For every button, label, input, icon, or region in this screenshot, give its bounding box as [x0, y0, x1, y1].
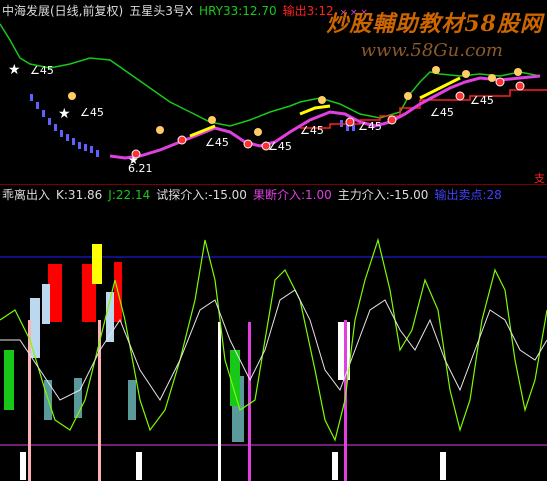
low-price-label: 6.21	[128, 162, 153, 175]
svg-text:★: ★	[8, 62, 21, 78]
signal-figure-icons	[68, 66, 522, 136]
oscillator-panel[interactable]	[0, 200, 547, 481]
panel-divider	[0, 184, 547, 185]
svg-text:∠45: ∠45	[358, 120, 382, 133]
cross-circle-markers	[131, 77, 525, 159]
price-chart-panel[interactable]: ★ ★ ★ ∠45 ∠45 ∠45 ∠45 ∠45 ∠45 ∠45 ∠45 6.…	[0, 16, 547, 184]
svg-text:∠45: ∠45	[430, 106, 454, 119]
svg-text:∠45: ∠45	[268, 140, 292, 153]
svg-text:∠45: ∠45	[470, 94, 494, 107]
svg-text:∠45: ∠45	[300, 124, 324, 137]
svg-text:∠45: ∠45	[30, 64, 54, 77]
edge-mark-label: 支	[534, 172, 545, 184]
svg-text:∠45: ∠45	[205, 136, 229, 149]
magenta-price-curve	[109, 74, 541, 160]
svg-text:∠45: ∠45	[80, 106, 104, 119]
white-star-markers: ★ ★ ★	[8, 62, 139, 167]
svg-text:★: ★	[58, 106, 71, 122]
